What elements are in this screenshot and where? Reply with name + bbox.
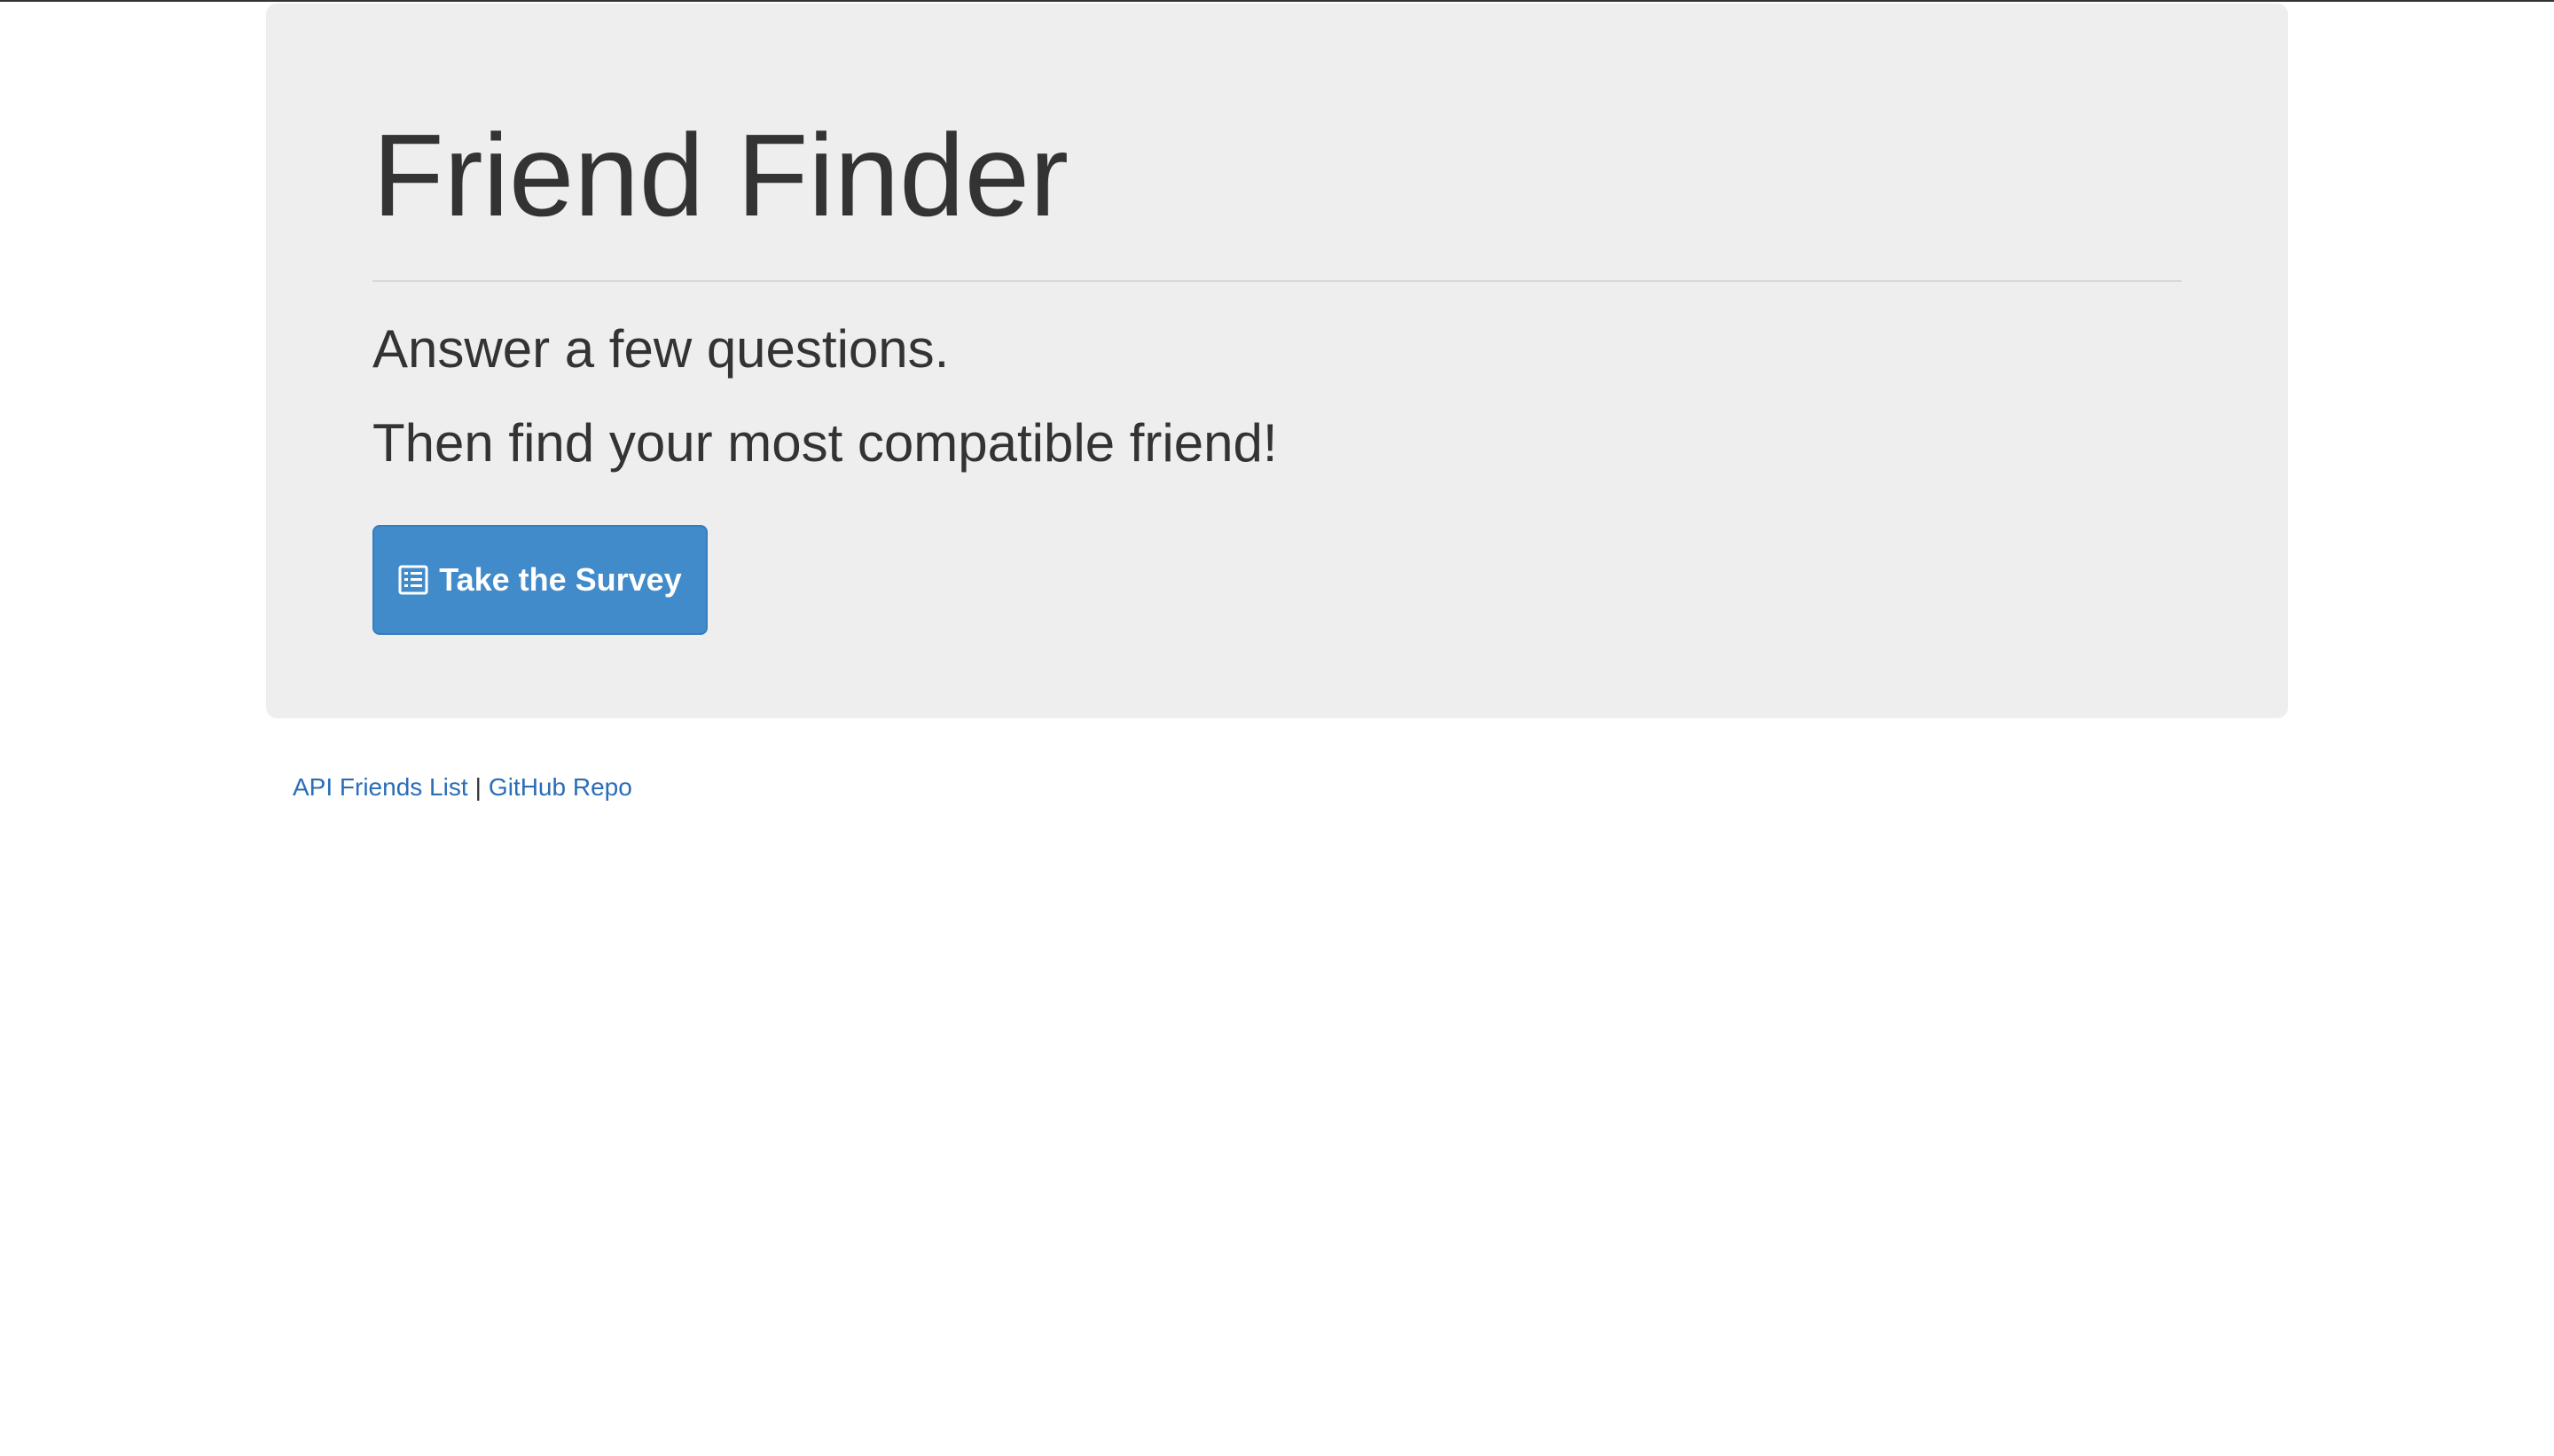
api-friends-list-link[interactable]: API Friends List [293, 773, 468, 801]
page-title: Friend Finder [372, 110, 1069, 240]
subtitle-answer-questions: Answer a few questions. [372, 319, 950, 379]
list-alt-icon [398, 565, 428, 595]
take-survey-label: Take the Survey [439, 561, 682, 598]
footer-links: API Friends List | GitHub Repo [293, 775, 632, 800]
main-container: Friend Finder Answer a few questions. Th… [266, 4, 2288, 800]
title-divider [372, 280, 2182, 282]
github-repo-link[interactable]: GitHub Repo [489, 773, 632, 801]
jumbotron: Friend Finder Answer a few questions. Th… [266, 4, 2288, 718]
subtitle-find-friend: Then find your most compatible friend! [372, 413, 1278, 473]
take-survey-button[interactable]: Take the Survey [372, 525, 708, 635]
page: Friend Finder Answer a few questions. Th… [0, 0, 2554, 1456]
footer-separator: | [474, 773, 482, 801]
